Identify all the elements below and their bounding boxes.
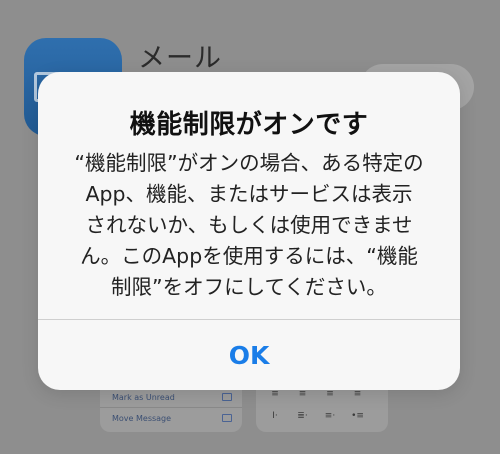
alert-message-line: App、機能、またはサービスは表示 [85,182,413,206]
alert-message-line: されないか、もしくは使用できませ [85,213,413,237]
app-name: メール [138,43,222,74]
alert-title: 機能制限がオンです [129,110,369,140]
action-label: Mark as Unread [112,393,175,402]
ok-button[interactable]: OK [38,320,460,390]
list-icon: ≡· [324,411,336,421]
envelope-icon [222,393,232,401]
alert-message: “機能制限”がオンの場合、ある特定の App、機能、またはサービスは表示 されな… [64,148,434,303]
alert-message-line: ん。このAppを使用するには、“機能 [80,244,418,268]
format-grid: ≡ ≡ ≡ ≡ I· ≣· ≡· •≡ [268,388,378,422]
indent-icon: I· [272,411,278,421]
action-label: Move Message [112,414,172,423]
folder-icon [222,414,232,422]
action-move-message: Move Message [100,407,242,428]
list-icon: ≣· [297,411,308,421]
alert-message-line: 制限”をオフにしてください。 [111,275,387,299]
list-icon: •≡ [351,411,364,421]
alert-message-line: “機能制限”がオンの場合、ある特定の [74,151,424,175]
restriction-alert: 機能制限がオンです “機能制限”がオンの場合、ある特定の App、機能、またはサ… [38,72,460,390]
